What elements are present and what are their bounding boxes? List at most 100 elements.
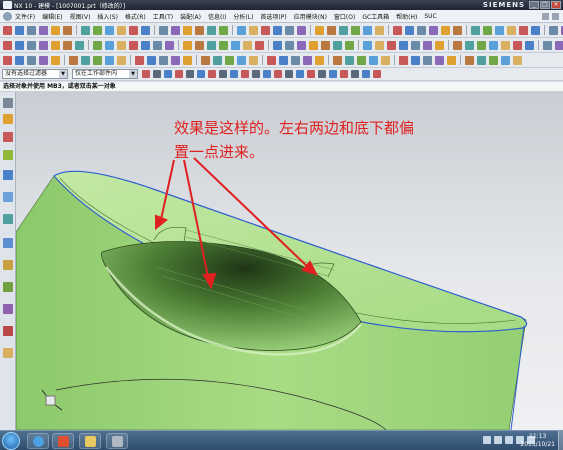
clock[interactable]: 11:13 2015/10/21: [520, 433, 555, 449]
toolbar-tool-icon[interactable]: [153, 40, 162, 50]
toolbar-tool-icon[interactable]: [375, 40, 384, 50]
toolbar-tool-icon[interactable]: [543, 40, 552, 50]
toolbar-tool-icon[interactable]: [183, 55, 192, 65]
menu-assemblies[interactable]: 装配(A): [180, 12, 201, 21]
toolbar-tool-icon[interactable]: [75, 40, 84, 50]
close-part-icon[interactable]: [552, 13, 559, 20]
graphics-window[interactable]: 效果是这样的。左右两边和底下都偏 置一点进来。: [16, 92, 563, 430]
snap-point-icon[interactable]: [329, 70, 337, 78]
toolbar-tool-icon[interactable]: [489, 40, 498, 50]
roles-icon[interactable]: [3, 326, 13, 336]
snap-point-icon[interactable]: [318, 70, 326, 78]
toolbar-tool-icon[interactable]: [183, 40, 192, 50]
taskbar-app-explorer[interactable]: [79, 433, 101, 449]
toolbar-tool-icon[interactable]: [141, 40, 150, 50]
snap-point-icon[interactable]: [197, 70, 205, 78]
toolbar-tool-icon[interactable]: [345, 40, 354, 50]
menu-format[interactable]: 格式(R): [125, 12, 146, 21]
minimize-button[interactable]: _: [529, 1, 539, 9]
toolbar-tool-icon[interactable]: [213, 55, 222, 65]
toolbar-tool-icon[interactable]: [501, 55, 510, 65]
hd3d-tools-icon[interactable]: [3, 192, 13, 202]
taskbar-app-nx[interactable]: [52, 433, 74, 449]
nx-app-icon[interactable]: [3, 1, 12, 9]
close-button[interactable]: ×: [551, 1, 561, 9]
toolbar-tool-icon[interactable]: [549, 25, 558, 35]
toolbar-tool-icon[interactable]: [501, 40, 510, 50]
toolbar-tool-icon[interactable]: [315, 25, 324, 35]
toolbar-tool-icon[interactable]: [381, 55, 390, 65]
toolbar-tool-icon[interactable]: [417, 25, 426, 35]
snap-point-icon[interactable]: [230, 70, 238, 78]
menu-suc[interactable]: SUC: [424, 13, 436, 20]
toolbar-tool-icon[interactable]: [387, 40, 396, 50]
toolbar-tool-icon[interactable]: [423, 40, 432, 50]
toolbar-tool-icon[interactable]: [513, 40, 522, 50]
reuse-library-icon[interactable]: [3, 170, 13, 180]
toolbar-tool-icon[interactable]: [237, 55, 246, 65]
toolbar-tool-icon[interactable]: [339, 25, 348, 35]
toolbar-tool-icon[interactable]: [15, 40, 24, 50]
snap-point-icon[interactable]: [241, 70, 249, 78]
menu-edit[interactable]: 编辑(E): [42, 12, 62, 21]
toolbar-tool-icon[interactable]: [297, 40, 306, 50]
toolbar-tool-icon[interactable]: [435, 40, 444, 50]
manufacturing-wizards-icon[interactable]: [3, 304, 13, 314]
toolbar-tool-icon[interactable]: [219, 25, 228, 35]
menu-view[interactable]: 视图(V): [70, 12, 91, 21]
process-studio-icon[interactable]: [3, 282, 13, 292]
toolbar-tool-icon[interactable]: [105, 55, 114, 65]
toolbar-tool-icon[interactable]: [489, 55, 498, 65]
toolbar-tool-icon[interactable]: [129, 40, 138, 50]
toolbar-tool-icon[interactable]: [375, 25, 384, 35]
toolbar-tool-icon[interactable]: [237, 25, 246, 35]
snap-point-icon[interactable]: [296, 70, 304, 78]
menu-window[interactable]: 窗口(O): [334, 12, 355, 21]
toolbar-tool-icon[interactable]: [207, 25, 216, 35]
toolbar-tool-icon[interactable]: [273, 40, 282, 50]
toolbar-tool-icon[interactable]: [219, 40, 228, 50]
toolbar-tool-icon[interactable]: [267, 55, 276, 65]
toolbar-tool-icon[interactable]: [309, 40, 318, 50]
toolbar-tool-icon[interactable]: [183, 25, 192, 35]
toolbar-tool-icon[interactable]: [207, 40, 216, 50]
part-navigator-icon[interactable]: [3, 150, 13, 160]
toolbar-tool-icon[interactable]: [51, 25, 60, 35]
toolbar-tool-icon[interactable]: [171, 25, 180, 35]
tray-icon-2[interactable]: [494, 436, 502, 444]
menu-information[interactable]: 信息(I): [208, 12, 226, 21]
menu-preferences[interactable]: 首选项(P): [260, 12, 286, 21]
toolbar-tool-icon[interactable]: [273, 25, 282, 35]
toolbar-tool-icon[interactable]: [297, 25, 306, 35]
toolbar-tool-icon[interactable]: [3, 55, 12, 65]
toolbar-tool-icon[interactable]: [159, 25, 168, 35]
toolbar-tool-icon[interactable]: [39, 40, 48, 50]
toolbar-tool-icon[interactable]: [471, 25, 480, 35]
toolbar-tool-icon[interactable]: [441, 25, 450, 35]
toolbar-tool-icon[interactable]: [453, 25, 462, 35]
snap-point-icon[interactable]: [373, 70, 381, 78]
toolbar-tool-icon[interactable]: [285, 40, 294, 50]
toolbar-tool-icon[interactable]: [399, 55, 408, 65]
show-desktop-button[interactable]: [558, 431, 563, 450]
toolbar-tool-icon[interactable]: [15, 55, 24, 65]
history-icon[interactable]: [3, 238, 13, 248]
toolbar-tool-icon[interactable]: [411, 55, 420, 65]
toolbar-tool-icon[interactable]: [465, 40, 474, 50]
toolbar-tool-icon[interactable]: [369, 55, 378, 65]
toolbar-tool-icon[interactable]: [495, 25, 504, 35]
tray-icon-1[interactable]: [483, 436, 491, 444]
toolbar-tool-icon[interactable]: [63, 40, 72, 50]
web-browser-icon[interactable]: [3, 214, 13, 224]
toolbar-tool-icon[interactable]: [129, 25, 138, 35]
toolbar-tool-icon[interactable]: [195, 25, 204, 35]
toolbar-tool-icon[interactable]: [429, 25, 438, 35]
toolbar-tool-icon[interactable]: [249, 25, 258, 35]
toolbar-tool-icon[interactable]: [261, 25, 270, 35]
toolbar-tool-icon[interactable]: [483, 25, 492, 35]
toolbar-tool-icon[interactable]: [513, 55, 522, 65]
toolbar-tool-icon[interactable]: [69, 55, 78, 65]
toolbar-tool-icon[interactable]: [333, 55, 342, 65]
toolbar-tool-icon[interactable]: [363, 40, 372, 50]
toolbar-tool-icon[interactable]: [225, 55, 234, 65]
